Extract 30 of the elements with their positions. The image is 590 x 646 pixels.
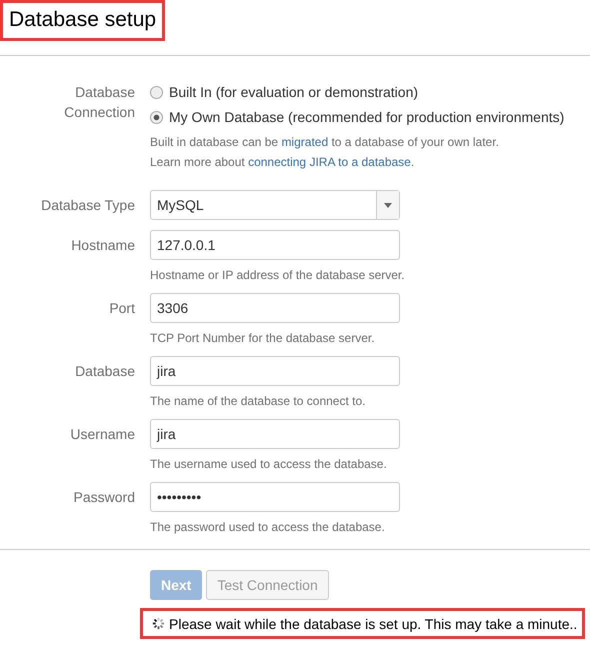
field-label: Password bbox=[72, 488, 135, 507]
help-text: The username used to access the database. bbox=[150, 456, 388, 472]
field-label: Database bbox=[74, 362, 135, 381]
field-label: Database Connection bbox=[63, 83, 135, 122]
field-label: Database Type bbox=[40, 196, 135, 215]
radio-option[interactable]: Built In (for evaluation or demonstration) bbox=[150, 82, 564, 102]
help-text: Hostname or IP address of the database server. bbox=[150, 267, 405, 283]
radio-icon[interactable] bbox=[150, 86, 163, 98]
spinner-icon bbox=[151, 616, 166, 631]
help-text: Built in database can be migrated to a database of your own later. bbox=[150, 134, 500, 151]
page-title: Database setup bbox=[0, 0, 166, 41]
password-field[interactable]: ••••••••• bbox=[150, 482, 400, 512]
radio-option[interactable]: My Own Database (recommended for production environments) bbox=[150, 107, 564, 127]
input-field[interactable]: jira bbox=[150, 356, 400, 386]
help-text: TCP Port Number for the database server. bbox=[150, 330, 376, 346]
field-label: Hostname bbox=[70, 236, 135, 255]
field-label: Username bbox=[69, 425, 135, 444]
radio-icon[interactable] bbox=[150, 110, 163, 124]
help-text: Learn more about connecting JIRA to a database. bbox=[150, 154, 416, 171]
help-link[interactable]: connecting JIRA to a database bbox=[248, 155, 411, 169]
field-label: Port bbox=[108, 299, 135, 318]
database-type-dropdown[interactable]: MySQL bbox=[150, 190, 400, 220]
input-field[interactable]: jira bbox=[150, 419, 400, 449]
input-field[interactable]: 127.0.0.1 bbox=[150, 230, 400, 260]
caret-icon bbox=[384, 202, 392, 208]
help-text: The password used to access the database. bbox=[150, 519, 386, 535]
help-text: The name of the database to connect to. bbox=[150, 393, 366, 409]
status-text: Please wait while the database is set up. This may take a minute.. bbox=[169, 616, 578, 632]
input-field[interactable]: 3306 bbox=[150, 293, 400, 323]
help-link[interactable]: migrated bbox=[281, 135, 328, 149]
